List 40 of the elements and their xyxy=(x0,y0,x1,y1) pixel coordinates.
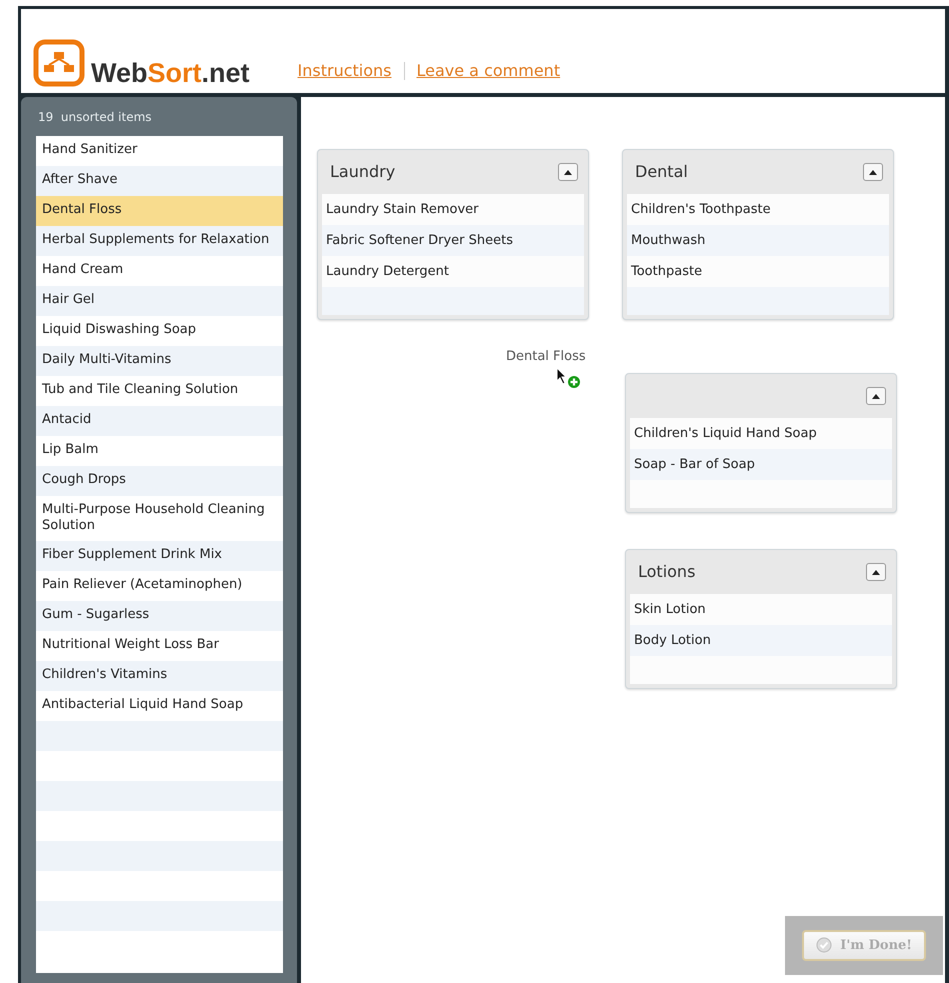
unsorted-item[interactable]: Children's Vitamins xyxy=(36,660,283,690)
unsorted-item[interactable]: Hair Gel xyxy=(36,286,283,316)
category-title: Dental xyxy=(635,161,688,183)
triangle-up-icon xyxy=(564,170,572,174)
unsorted-item[interactable]: Antibacterial Liquid Hand Soap xyxy=(36,690,283,720)
unsorted-item[interactable]: Lip Balm xyxy=(36,436,283,466)
category-item[interactable]: Fabric Softener Dryer Sheets xyxy=(322,225,584,256)
logo-text: WebSort.net xyxy=(91,60,250,87)
category-title: Laundry xyxy=(330,161,396,183)
unsorted-item[interactable]: Daily Multi-Vitamins xyxy=(36,346,283,376)
dragged-item: Dental Floss xyxy=(506,348,586,366)
check-circle-icon xyxy=(816,937,832,954)
unsorted-item[interactable]: Tub and Tile Cleaning Solution xyxy=(36,376,283,406)
unsorted-item[interactable]: Nutritional Weight Loss Bar xyxy=(36,630,283,660)
unsorted-item[interactable]: Dental Floss xyxy=(36,196,283,226)
unsorted-item[interactable]: Multi-Purpose Household Cleaning Solution xyxy=(36,496,283,540)
collapse-button[interactable] xyxy=(866,387,886,405)
unsorted-item[interactable]: After Shave xyxy=(36,166,283,196)
unsorted-item[interactable]: Hand Cream xyxy=(36,256,283,286)
unsorted-item[interactable]: Hand Sanitizer xyxy=(36,136,283,166)
unsorted-item[interactable]: Pain Reliever (Acetaminophen) xyxy=(36,570,283,600)
unsorted-item[interactable]: Herbal Supplements for Relaxation xyxy=(36,226,283,256)
category-title: Lotions xyxy=(638,561,696,583)
category-item[interactable]: Body Lotion xyxy=(630,625,892,656)
collapse-button[interactable] xyxy=(558,163,578,181)
unsorted-count: 19 unsorted items xyxy=(37,109,153,126)
triangle-up-icon xyxy=(872,394,880,398)
unsorted-item[interactable]: Fiber Supplement Drink Mix xyxy=(36,540,283,570)
unsorted-item[interactable]: Liquid Diswashing Soap xyxy=(36,316,283,346)
category-item[interactable]: Soap - Bar of Soap xyxy=(630,449,892,480)
unsorted-item[interactable]: Cough Drops xyxy=(36,466,283,496)
unsorted-item[interactable]: Antacid xyxy=(36,406,283,436)
triangle-up-icon xyxy=(872,570,880,574)
category-item[interactable]: Mouthwash xyxy=(627,225,889,256)
cursor-add-icon xyxy=(556,367,582,389)
unsorted-item[interactable]: Gum - Sugarless xyxy=(36,600,283,630)
collapse-button[interactable] xyxy=(866,563,886,581)
collapse-button[interactable] xyxy=(863,163,883,181)
triangle-up-icon xyxy=(869,170,877,174)
logo-icon xyxy=(33,39,85,87)
